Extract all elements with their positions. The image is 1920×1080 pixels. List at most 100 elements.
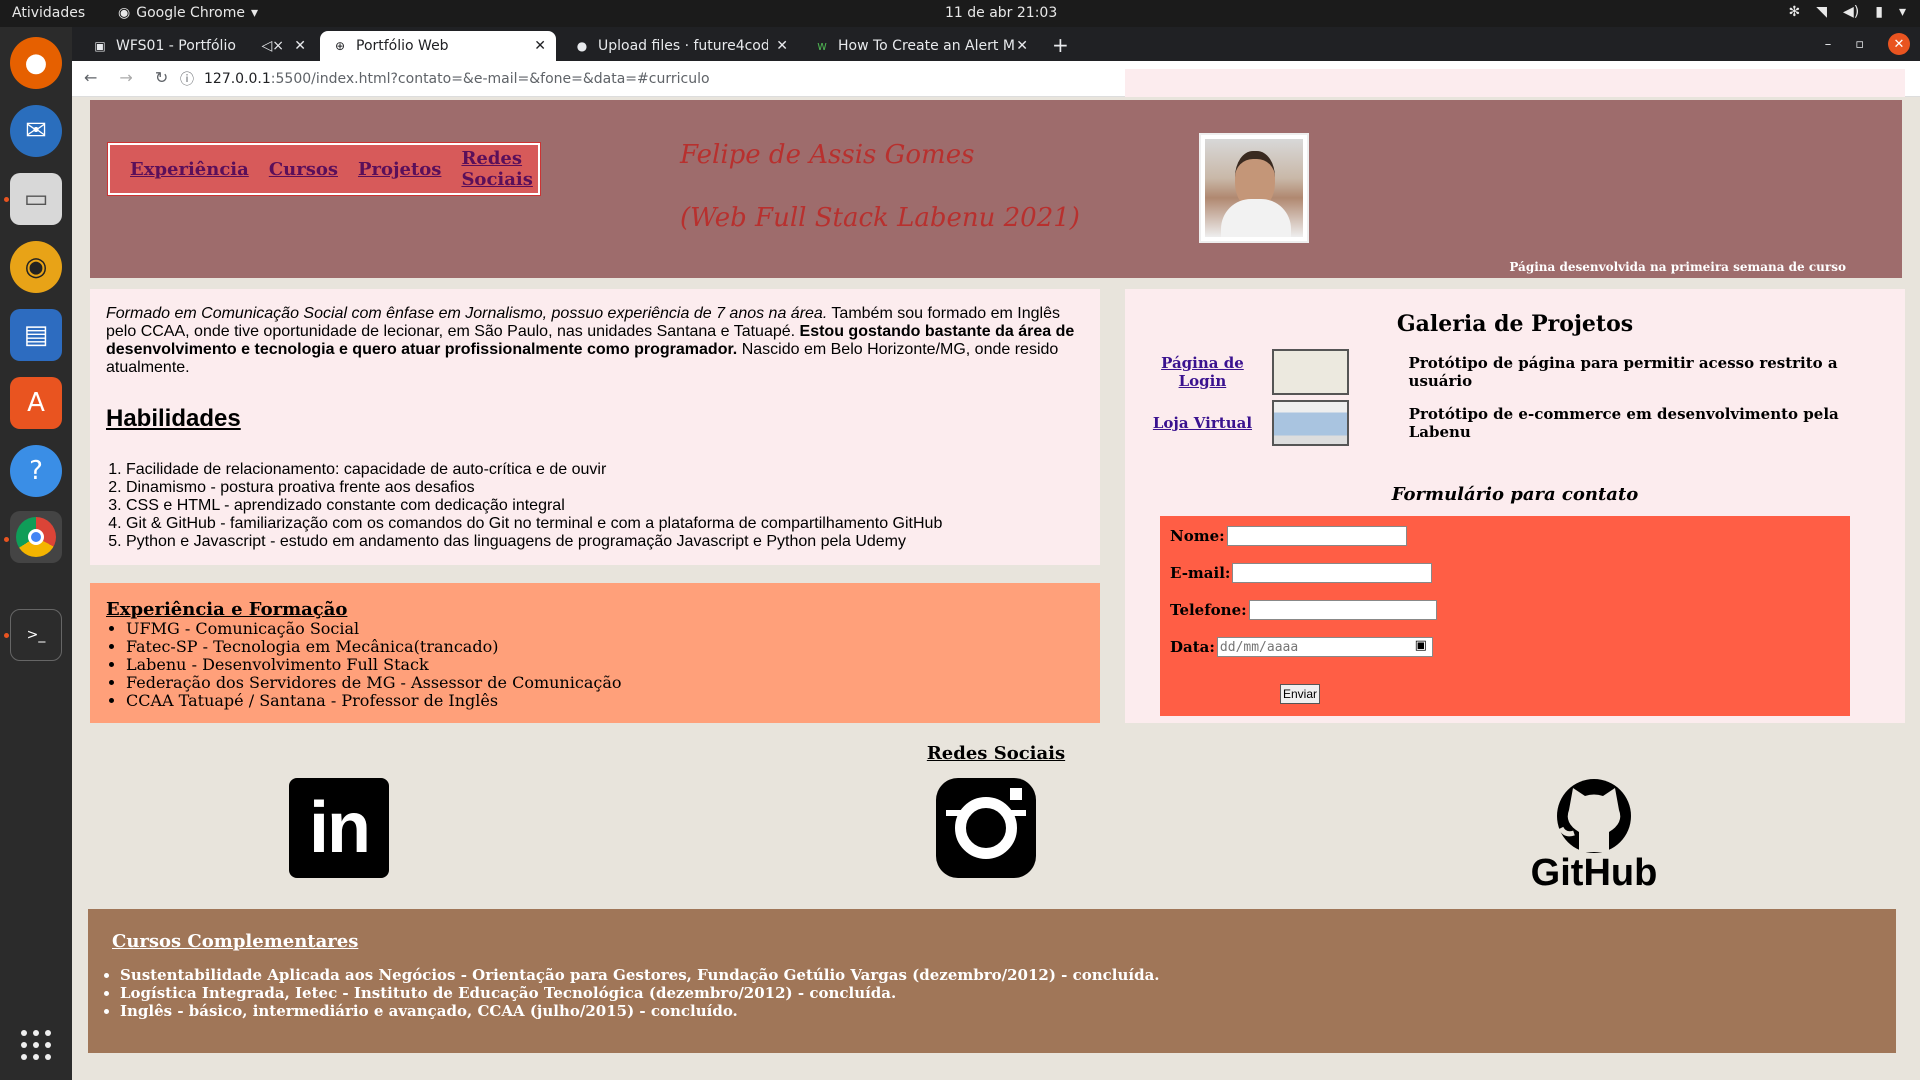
firefox-icon[interactable]: ● (10, 37, 62, 89)
page-icon: ▣ (94, 39, 106, 53)
phone-field[interactable] (1248, 600, 1437, 620)
list-item: Python e Javascript - estudo em andament… (126, 533, 1084, 551)
maximize-icon[interactable]: ▫ (1855, 37, 1864, 52)
tab-wfs01-portfolio[interactable]: ▣ WFS01 - Portfólio ◁× ✕ (80, 31, 316, 61)
close-icon[interactable]: ✕ (534, 38, 546, 54)
thunderbird-icon[interactable]: ✉ (10, 105, 62, 157)
date-field-wrap: ▣ (1215, 637, 1433, 658)
site-title: Felipe de Assis Gomes (680, 140, 975, 170)
project-link-login[interactable]: Página de Login (1145, 354, 1260, 390)
close-icon[interactable]: ✕ (1016, 38, 1028, 54)
software-icon[interactable]: A (10, 377, 62, 429)
tab-portfolio-web[interactable]: ⊕ Portfólio Web ✕ (320, 31, 556, 61)
chrome-dock-icon[interactable] (10, 511, 62, 563)
project-row: Página de Login Protótipo de página para… (1145, 349, 1885, 395)
minimize-icon[interactable]: – (1825, 37, 1832, 52)
battery-icon: ▮ (1875, 4, 1883, 20)
system-top-bar: Atividades ◉ Google Chrome ▾ 11 de abr 2… (0, 0, 1920, 27)
courses-section: Cursos Complementares Sustentabilidade A… (88, 909, 1896, 1053)
volume-icon: ◀) (1843, 4, 1860, 20)
name-label: Nome: (1170, 527, 1225, 545)
experience-section: Experiência e Formação UFMG - Comunicaçã… (90, 583, 1100, 723)
globe-icon: ⊕ (334, 39, 346, 53)
activities-button[interactable]: Atividades (12, 5, 85, 21)
files-icon[interactable]: ▭ (10, 173, 62, 225)
forward-icon[interactable]: → (119, 68, 132, 87)
contact-form: Nome: E-mail: Telefone: Data: ▣ Enviar (1160, 516, 1850, 716)
site-nav: Experiência Cursos Projetos Redes Sociai… (107, 142, 541, 196)
experience-list: UFMG - Comunicação Social Fatec-SP - Tec… (106, 620, 1084, 710)
contact-form-title: Formulário para contato (1391, 484, 1639, 505)
tab-title: Portfólio Web (356, 38, 449, 54)
close-window-icon[interactable]: ✕ (1888, 33, 1910, 55)
running-indicator (4, 197, 9, 202)
help-icon[interactable]: ? (10, 445, 62, 497)
tab-alert-tutorial[interactable]: w How To Create an Alert M ✕ (802, 31, 1038, 61)
list-item: Dinamismo - postura proativa frente aos … (126, 479, 1084, 497)
courses-title: Cursos Complementares (112, 931, 359, 952)
nav-link-experiencia[interactable]: Experiência (130, 159, 249, 180)
instagram-icon[interactable] (936, 778, 1036, 878)
github-icon: ● (576, 39, 588, 53)
list-item: Fatec-SP - Tecnologia em Mecânica(tranca… (126, 638, 1084, 656)
list-item: Federação dos Servidores de MG - Assesso… (126, 674, 1084, 692)
running-indicator (4, 537, 9, 542)
social-title: Redes Sociais (926, 743, 1066, 764)
linkedin-icon[interactable]: in (289, 778, 389, 878)
nav-link-redes-sociais[interactable]: Redes Sociais (461, 148, 538, 190)
profile-photo (1199, 133, 1309, 243)
experience-title: Experiência e Formação (106, 599, 348, 620)
tab-title: WFS01 - Portfólio (116, 38, 236, 54)
tab-title: How To Create an Alert M (838, 38, 1015, 54)
page-content: Experiência Cursos Projetos Redes Sociai… (72, 97, 1920, 1080)
project-thumbnail[interactable] (1271, 349, 1349, 395)
phone-label: Telefone: (1170, 601, 1247, 619)
date-label: Data: (1170, 638, 1215, 656)
power-menu-icon: ▾ (1898, 4, 1906, 20)
clock[interactable]: 11 de abr 21:03 (945, 5, 1057, 21)
back-icon[interactable]: ← (84, 68, 97, 87)
rhythmbox-icon[interactable]: ◉ (10, 241, 62, 293)
terminal-icon[interactable]: >_ (10, 609, 62, 661)
nav-link-projetos[interactable]: Projetos (358, 159, 441, 180)
info-icon[interactable]: ⓘ (180, 69, 194, 89)
close-icon[interactable]: ✕ (294, 38, 306, 54)
chrome-icon: ◉ (118, 5, 131, 21)
name-field[interactable] (1226, 526, 1407, 546)
email-field[interactable] (1232, 563, 1433, 583)
list-item: Sustentabilidade Aplicada aos Negócios -… (120, 966, 1872, 984)
github-icon[interactable]: GitHub (1529, 778, 1659, 894)
tab-upload-files[interactable]: ● Upload files · future4code ✕ (562, 31, 798, 61)
project-thumbnail[interactable] (1271, 400, 1349, 446)
close-icon[interactable]: ✕ (776, 38, 788, 54)
running-indicator (4, 633, 9, 638)
project-link-loja-virtual[interactable]: Loja Virtual (1145, 414, 1260, 432)
writer-icon[interactable]: ▤ (10, 309, 62, 361)
nav-link-cursos[interactable]: Cursos (269, 159, 338, 180)
browser-toolbar: ← → ↻ ⓘ 127.0.0.1 :5500/index.html?conta… (72, 61, 1920, 503)
skills-title: Habilidades (106, 405, 241, 432)
new-tab-button[interactable]: + (1052, 33, 1069, 57)
list-item: Logística Integrada, Ietec - Instituto d… (120, 984, 1872, 1002)
app-menu-label: Google Chrome (136, 5, 245, 21)
tab-title: Upload files · future4code (598, 38, 768, 54)
url-path: :5500/index.html?contato=&e-mail=&fone=&… (270, 71, 710, 87)
list-item: Labenu - Desenvolvimento Full Stack (126, 656, 1084, 674)
project-row: Loja Virtual Protótipo de e-commerce em … (1145, 400, 1885, 446)
list-item: Inglês - básico, intermediário e avançad… (120, 1002, 1872, 1020)
calendar-icon[interactable]: ▣ (1415, 638, 1427, 653)
email-label: E-mail: (1170, 564, 1231, 582)
mute-icon[interactable]: ◁× (262, 38, 285, 54)
list-item: UFMG - Comunicação Social (126, 620, 1084, 638)
site-subtitle: (Web Full Stack Labenu 2021) (680, 203, 1080, 233)
reload-icon[interactable]: ↻ (155, 68, 168, 87)
app-menu[interactable]: ◉ Google Chrome ▾ (118, 5, 258, 21)
system-tray[interactable]: ✻ ◥ ◀) ▮ ▾ (1789, 4, 1907, 20)
submit-button[interactable]: Enviar (1280, 684, 1321, 704)
site-header: Experiência Cursos Projetos Redes Sociai… (90, 100, 1902, 278)
window-controls: – ▫ ✕ (1825, 33, 1910, 55)
slack-icon: ✻ (1788, 4, 1801, 20)
date-field[interactable] (1216, 637, 1433, 658)
show-apps-icon[interactable] (21, 1030, 51, 1060)
dock: ● ✉ ▭ ◉ ▤ A ? >_ (0, 27, 72, 1080)
